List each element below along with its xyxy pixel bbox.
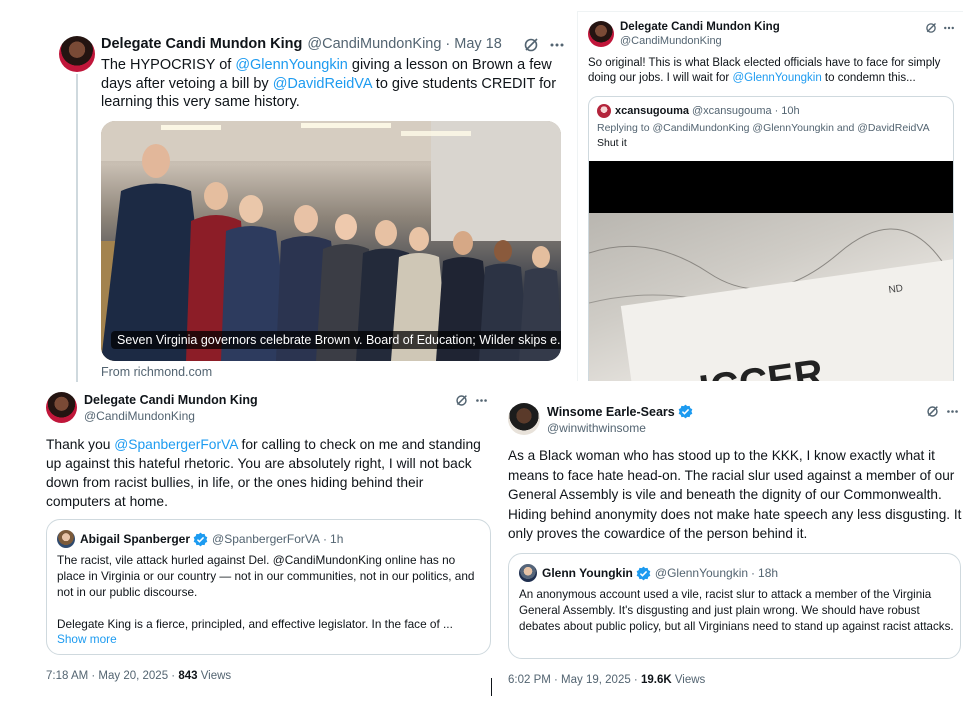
more-icon[interactable] xyxy=(475,394,488,407)
mention-link[interactable]: @GlennYoungkin xyxy=(235,57,348,73)
separator-dot: · xyxy=(323,532,328,546)
quote-author-name[interactable]: xcansugouma xyxy=(615,105,689,117)
avatar[interactable] xyxy=(46,392,77,423)
quoted-tweet[interactable]: Abigail Spanberger @SpanbergerForVA · 1h… xyxy=(46,519,491,655)
tweet-text: The HYPOCRISY of @GlennYoungkin giving a… xyxy=(101,56,561,112)
tweet-panel-2: Delegate Candi Mundon King @CandiMundonK… xyxy=(577,11,963,381)
tweet-actions xyxy=(925,21,955,33)
svg-text:ND: ND xyxy=(888,283,904,296)
photo-of-governors xyxy=(101,121,561,361)
grok-icon[interactable] xyxy=(925,21,937,33)
quoted-tweet[interactable]: xcansugouma @xcansugouma · 10h Replying … xyxy=(588,96,954,381)
author-name[interactable]: Delegate Candi Mundon King xyxy=(620,21,780,33)
avatar[interactable] xyxy=(519,564,537,582)
author-handle[interactable]: @CandiMundonKing xyxy=(620,35,722,47)
grok-icon[interactable] xyxy=(523,37,539,53)
tweet-actions xyxy=(926,405,959,418)
more-icon[interactable] xyxy=(946,405,959,418)
grok-icon[interactable] xyxy=(455,394,468,407)
mention-link[interactable]: @SpanbergerForVA xyxy=(114,437,237,452)
tweet-panel-1: Delegate Candi Mundon King @CandiMundonK… xyxy=(42,20,573,382)
views-count: 843 xyxy=(178,670,198,682)
quote-text: An anonymous account used a vile, racist… xyxy=(519,588,954,633)
tweet-actions xyxy=(523,37,565,53)
tweet-timestamp[interactable]: 6:02 PM · May 19, 2025 · xyxy=(508,674,641,686)
tweet-text: As a Black woman who has stood up to the… xyxy=(508,448,962,541)
separator-dot: · xyxy=(774,105,779,117)
replying-to: Replying to @CandiMundonKing @GlennYoung… xyxy=(597,122,930,134)
quote-time[interactable]: 1h xyxy=(330,532,343,546)
views-label: Views xyxy=(197,670,232,682)
mention-link[interactable]: @GlennYoungkin xyxy=(732,72,821,84)
views-label: Views xyxy=(671,674,706,686)
quote-author-handle[interactable]: @xcansugouma xyxy=(692,105,772,117)
author-name[interactable]: Delegate Candi Mundon King xyxy=(101,36,302,52)
tweet-panel-4: Winsome Earle-Sears @winwithwinsome As a… xyxy=(497,393,965,699)
text-part: Thank you xyxy=(46,437,115,452)
more-icon[interactable] xyxy=(549,37,565,53)
quote-author-handle[interactable]: @SpanbergerForVA xyxy=(212,532,320,546)
quoted-tweet[interactable]: Glenn Youngkin @GlennYoungkin · 18h An a… xyxy=(508,553,961,659)
quote-author-handle[interactable]: @GlennYoungkin xyxy=(655,566,748,580)
avatar[interactable] xyxy=(57,530,75,548)
tweet-meta: 6:02 PM · May 19, 2025 · 19.6K Views xyxy=(508,674,705,686)
quote-media-image[interactable]: ND ICCER xyxy=(589,161,953,381)
quote-header: Glenn Youngkin @GlennYoungkin · 18h xyxy=(519,564,778,582)
verified-badge-icon xyxy=(193,532,208,547)
quote-time[interactable]: 18h xyxy=(758,566,778,580)
quote-author-name[interactable]: Glenn Youngkin xyxy=(542,566,633,580)
quote-text: Delegate King is a fierce, principled, a… xyxy=(57,617,453,631)
grok-icon[interactable] xyxy=(926,405,939,418)
quote-header: Abigail Spanberger @SpanbergerForVA · 1h xyxy=(57,530,343,548)
link-card-image[interactable]: Seven Virginia governors celebrate Brown… xyxy=(101,121,561,361)
author-handle[interactable]: @CandiMundonKing xyxy=(307,36,441,52)
quote-text: Shut it xyxy=(597,137,627,149)
tweet-meta: 7:18 AM · May 20, 2025 · 843 Views xyxy=(46,670,231,682)
views-count: 19.6K xyxy=(640,674,672,686)
tweet-date[interactable]: May 18 xyxy=(454,36,502,52)
tweet-text: So original! This is what Black elected … xyxy=(588,56,954,86)
show-more-link[interactable]: Show more xyxy=(57,632,117,646)
tweet-panel-3: Delegate Candi Mundon King @CandiMundonK… xyxy=(37,384,495,699)
card-source[interactable]: From richmond.com xyxy=(101,365,212,379)
avatar[interactable] xyxy=(508,403,540,435)
separator-dot: · xyxy=(751,566,756,580)
text-part: to condemn this... xyxy=(821,72,916,84)
black-bar xyxy=(589,161,953,213)
text-part: The HYPOCRISY of xyxy=(101,57,236,73)
divider xyxy=(491,678,492,696)
tweet-actions xyxy=(455,394,488,407)
tweet-text: Thank you @SpanbergerForVA for calling t… xyxy=(46,435,486,511)
quote-text: The racist, vile attack hurled against D… xyxy=(57,553,475,599)
tweet-header: Delegate Candi Mundon King @CandiMundonK… xyxy=(101,36,502,52)
author-handle[interactable]: @winwithwinsome xyxy=(547,421,646,435)
tweet-timestamp[interactable]: 7:18 AM · May 20, 2025 · xyxy=(46,670,178,682)
quote-author-name[interactable]: Abigail Spanberger xyxy=(80,532,190,546)
quote-time[interactable]: 10h xyxy=(781,105,799,117)
card-caption: Seven Virginia governors celebrate Brown… xyxy=(111,331,561,349)
more-icon[interactable] xyxy=(943,21,955,33)
mention-link[interactable]: @DavidReidVA xyxy=(273,76,372,92)
quote-header: xcansugouma @xcansugouma · 10h xyxy=(597,104,800,118)
separator-dot: · xyxy=(445,36,451,52)
avatar[interactable] xyxy=(597,104,611,118)
verified-badge-icon xyxy=(678,404,693,419)
thread-line xyxy=(76,74,78,382)
avatar[interactable] xyxy=(59,36,95,72)
verified-badge-icon xyxy=(636,566,651,581)
tweet-header: Winsome Earle-Sears xyxy=(547,404,693,419)
paper-photo: ND ICCER xyxy=(589,213,953,381)
author-name[interactable]: Delegate Candi Mundon King xyxy=(84,393,258,407)
author-name[interactable]: Winsome Earle-Sears xyxy=(547,405,675,419)
author-handle[interactable]: @CandiMundonKing xyxy=(84,409,195,423)
avatar[interactable] xyxy=(588,21,614,47)
